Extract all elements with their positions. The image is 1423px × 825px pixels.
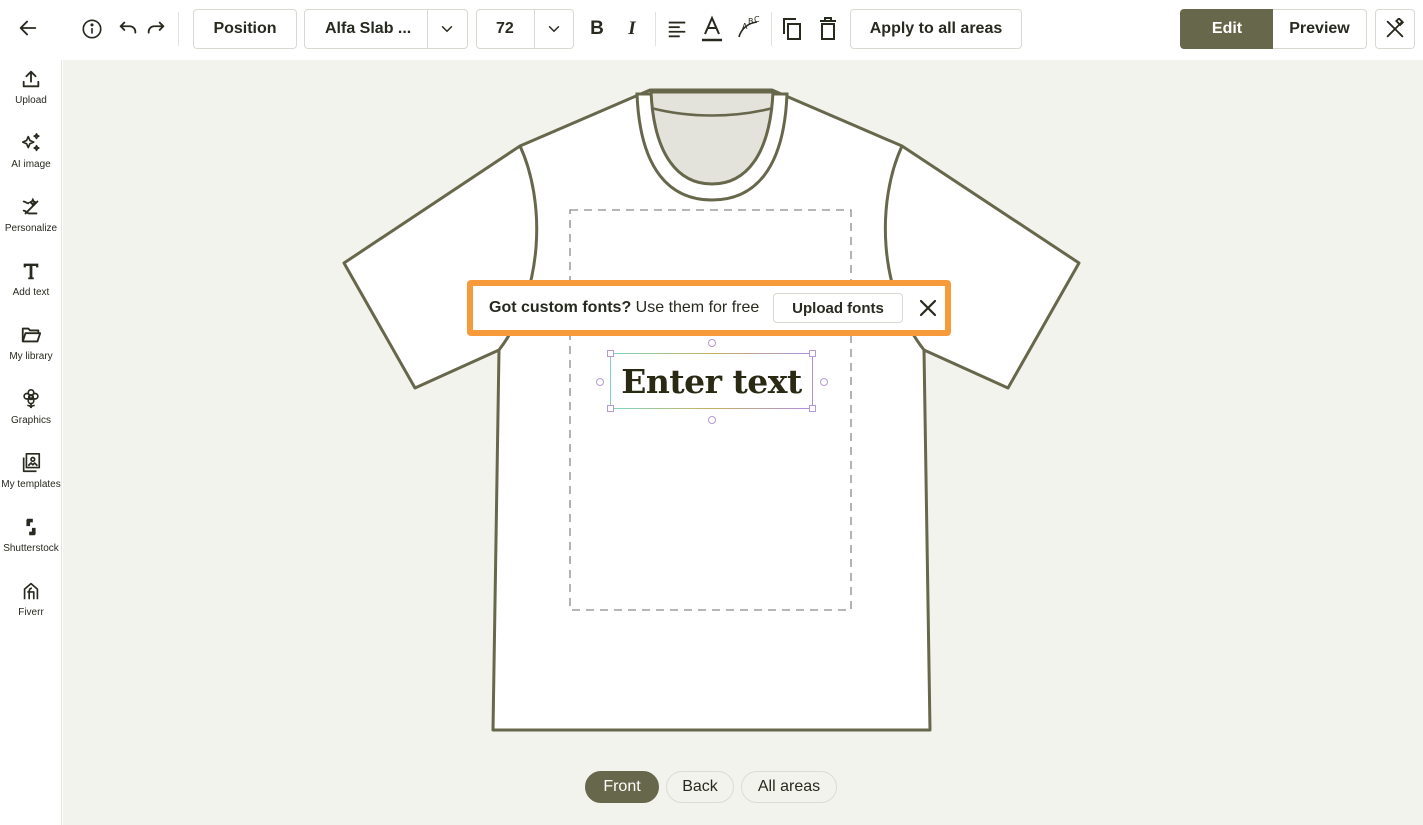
resize-handle-left[interactable] xyxy=(596,378,604,386)
banner-message: Got custom fonts? Use them for free xyxy=(489,299,759,317)
resize-handle-bottom-right[interactable] xyxy=(809,405,816,412)
close-icon[interactable] xyxy=(917,297,939,319)
view-tab-front[interactable]: Front xyxy=(585,771,659,803)
upload-fonts-button[interactable]: Upload fonts xyxy=(773,293,903,323)
banner-message-rest: Use them for free xyxy=(631,299,760,316)
resize-handle-bottom[interactable] xyxy=(708,416,716,424)
tshirt-mockup xyxy=(342,88,1081,732)
resize-handle-top[interactable] xyxy=(708,339,716,347)
resize-handle-bottom-left[interactable] xyxy=(607,405,614,412)
text-layer[interactable]: Enter text xyxy=(610,353,813,409)
resize-handle-right[interactable] xyxy=(820,378,828,386)
resize-handle-top-right[interactable] xyxy=(809,350,816,357)
banner-message-bold: Got custom fonts? xyxy=(489,299,632,316)
text-layer-content: Enter text xyxy=(621,361,802,401)
custom-fonts-banner: Got custom fonts? Use them for free Uplo… xyxy=(467,280,951,336)
view-tab-back[interactable]: Back xyxy=(666,771,734,803)
resize-handle-top-left[interactable] xyxy=(607,350,614,357)
view-tab-all-areas[interactable]: All areas xyxy=(741,771,837,803)
